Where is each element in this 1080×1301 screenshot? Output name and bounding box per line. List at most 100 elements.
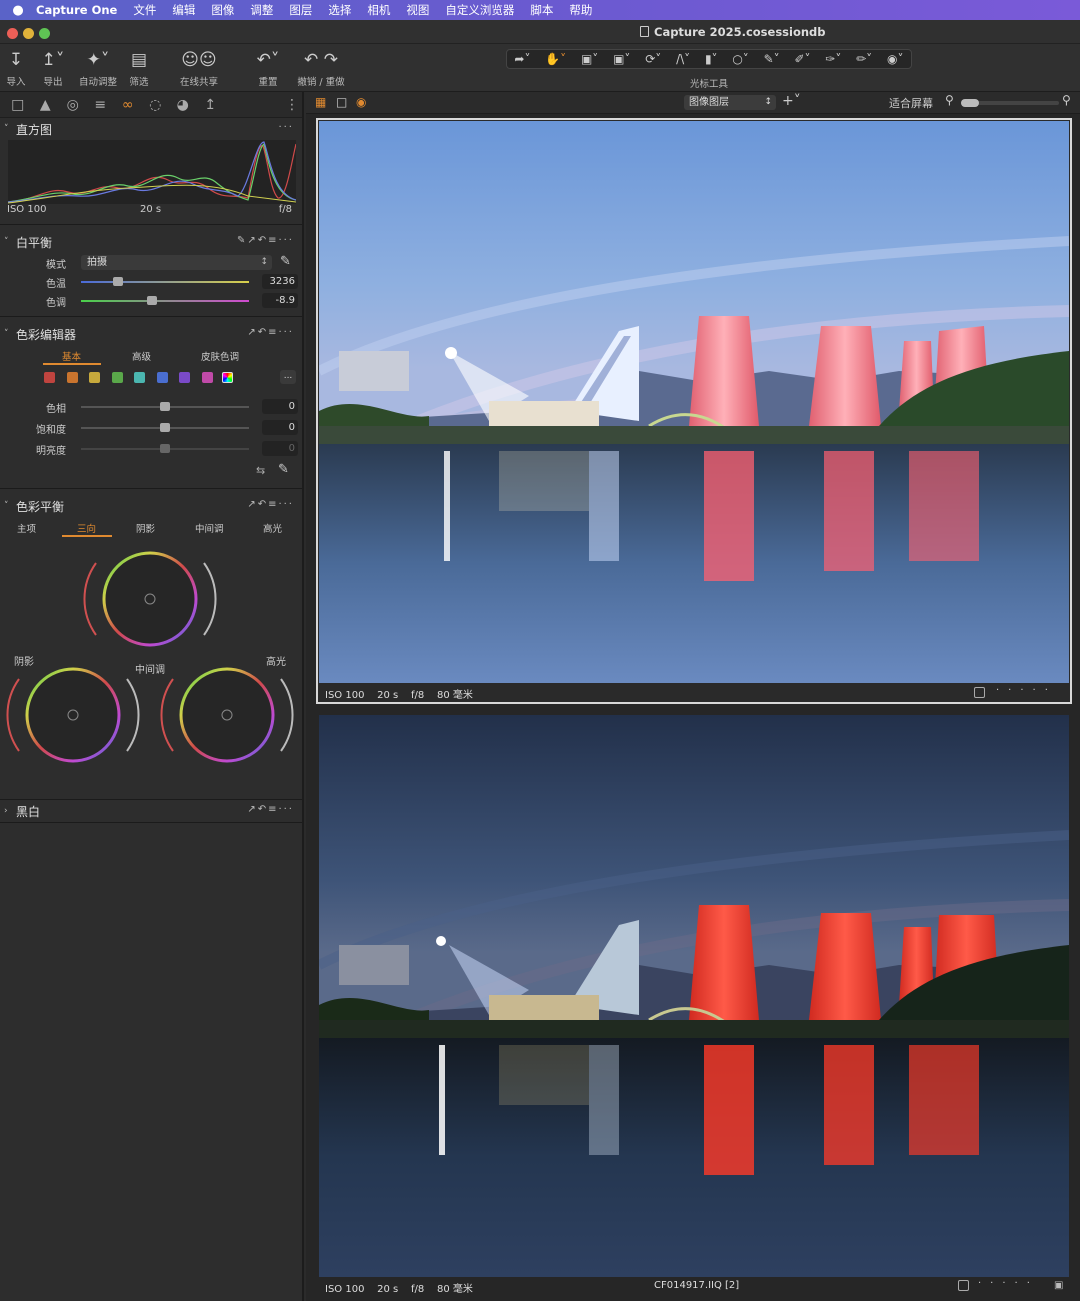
select-checkbox[interactable] — [974, 687, 985, 698]
midtone-wheel[interactable] — [83, 551, 217, 647]
color-tag-icon[interactable]: ▣ — [1054, 1280, 1063, 1291]
select-checkbox[interactable] — [958, 1280, 969, 1291]
color-swatch[interactable] — [201, 372, 213, 383]
import-button[interactable]: ↧ 导入 — [4, 48, 28, 88]
crop-icon[interactable]: ▣˅ — [613, 52, 630, 66]
menu-adjust[interactable]: 调整 — [250, 2, 273, 18]
saturation-slider[interactable] — [81, 423, 249, 432]
color-balance-actions[interactable]: ↗↶≡··· — [247, 499, 294, 510]
auto-adjust-button[interactable]: ✦˅ 自动调整 — [78, 48, 118, 88]
wb-tint-value[interactable]: -8.9 — [262, 293, 298, 308]
lightness-slider[interactable] — [81, 444, 249, 453]
menu-layers[interactable]: 图层 — [289, 2, 312, 18]
lightness-value[interactable]: 0 — [262, 441, 298, 456]
saturation-knob[interactable] — [160, 423, 170, 432]
picker-icon[interactable]: ✐˅ — [794, 52, 810, 66]
tab-basic[interactable]: 基本 — [62, 349, 81, 363]
photo-original[interactable] — [319, 715, 1069, 1277]
more-colors-button[interactable]: ... — [280, 370, 296, 384]
gradient-icon[interactable]: ▮˅ — [705, 52, 718, 66]
menu-select[interactable]: 选择 — [328, 2, 351, 18]
keystone-icon[interactable]: /\˅ — [676, 52, 690, 66]
color-picker-icon[interactable]: ◉˅ — [887, 52, 903, 66]
hue-knob[interactable] — [160, 402, 170, 411]
saturation-value[interactable]: 0 — [262, 420, 298, 435]
add-layer-icon[interactable]: +˅ — [782, 93, 801, 109]
menu-edit[interactable]: 编辑 — [172, 2, 195, 18]
color-swatch[interactable] — [111, 372, 123, 383]
wb-tint-slider[interactable] — [81, 296, 249, 305]
grid-view-icon[interactable]: ▦ — [315, 95, 326, 109]
wb-temp-value[interactable]: 3236 — [262, 274, 298, 289]
share-online-button[interactable]: ☺☺ 在线共享 — [178, 48, 220, 88]
zoom-slider-knob[interactable] — [961, 99, 979, 107]
menu-scripts[interactable]: 脚本 — [530, 2, 553, 18]
loupe-icon[interactable]: ▣˅ — [581, 52, 598, 66]
zoom-slider[interactable] — [961, 99, 1059, 107]
tab-shadows[interactable]: 阴影 — [136, 521, 155, 535]
minimize-window-button[interactable] — [23, 28, 34, 39]
color-balance-header[interactable]: ˅ 色彩平衡 ↗↶≡··· — [0, 495, 302, 517]
wb-picker-icon[interactable]: ✎ — [280, 254, 291, 269]
photo-edited[interactable] — [319, 121, 1069, 683]
highlight-wheel[interactable] — [160, 667, 294, 763]
hue-slider[interactable] — [81, 402, 249, 411]
close-window-button[interactable] — [7, 28, 18, 39]
fit-to-screen-button[interactable]: 适合屏幕 — [889, 95, 933, 111]
zoom-in-icon[interactable]: ⚲ — [1062, 93, 1071, 107]
wb-mode-select[interactable]: 拍摄 ↕ — [81, 255, 272, 270]
color-editor-header[interactable]: ˅ 色彩编辑器 ↗↶≡··· — [0, 323, 302, 345]
undo-redo-button[interactable]: ↶ ↷ 撤销 / 重做 — [296, 48, 346, 88]
menu-camera[interactable]: 相机 — [367, 2, 390, 18]
shadow-wheel[interactable] — [6, 667, 140, 763]
color-tab-icon[interactable]: ∞ — [114, 97, 142, 113]
black-white-actions[interactable]: ↗↶≡··· — [247, 804, 294, 815]
details-tab-icon[interactable]: ◌ — [142, 97, 170, 113]
filter-button[interactable]: ▤ 筛选 — [126, 48, 152, 88]
picker-icon[interactable]: ✎ — [278, 462, 289, 477]
rating-dots[interactable]: ····· — [978, 1278, 1039, 1289]
tab-skin-tone[interactable]: 皮肤色调 — [201, 349, 239, 363]
brush-icon[interactable]: ✑˅ — [825, 52, 841, 66]
color-wheel-swatch[interactable] — [222, 372, 233, 383]
eraser-icon[interactable]: ✎˅ — [764, 52, 780, 66]
app-menu[interactable]: Capture One — [36, 3, 117, 17]
histogram-more-icon[interactable]: ··· — [278, 122, 294, 133]
tab-midtones[interactable]: 中间调 — [195, 521, 224, 535]
single-view-icon[interactable]: □ — [336, 95, 347, 109]
hue-value[interactable]: 0 — [262, 399, 298, 414]
color-swatch[interactable] — [89, 372, 100, 383]
menu-image[interactable]: 图像 — [211, 2, 234, 18]
apple-menu-icon[interactable]: ● — [0, 3, 36, 18]
color-editor-actions[interactable]: ↗↶≡··· — [247, 327, 294, 338]
rating-dots[interactable]: ····· — [996, 685, 1057, 696]
color-swatch[interactable] — [179, 372, 190, 383]
menu-help[interactable]: 帮助 — [569, 2, 592, 18]
lens-tab-icon[interactable]: ◎ — [59, 97, 87, 113]
zoom-out-icon[interactable]: ⚲ — [945, 93, 954, 107]
more-menu-icon[interactable]: ⋮ — [282, 97, 302, 113]
histogram-header[interactable]: ˅ 直方图 ··· — [0, 118, 302, 140]
swap-icon[interactable]: ⇆ — [256, 464, 265, 477]
color-swatch[interactable] — [44, 372, 55, 383]
menu-file[interactable]: 文件 — [133, 2, 156, 18]
zoom-window-button[interactable] — [39, 28, 50, 39]
output-tab-icon[interactable]: ↥ — [197, 97, 225, 113]
wb-temp-knob[interactable] — [112, 277, 123, 286]
rotate-icon[interactable]: ⟳˅ — [645, 52, 661, 66]
annotate-icon[interactable]: ✏˅ — [856, 52, 872, 66]
layer-select[interactable]: 图像图层 ↕ — [684, 95, 776, 110]
wb-temp-slider[interactable] — [81, 277, 249, 286]
tab-highlights[interactable]: 高光 — [263, 521, 282, 535]
compare-view-icon[interactable]: ◉ — [356, 95, 366, 109]
white-balance-header[interactable]: ˅ 白平衡 ✎↗↶≡··· — [0, 231, 302, 253]
lightness-knob[interactable] — [160, 444, 170, 453]
pan-hand-icon[interactable]: ✋˅ — [545, 52, 566, 66]
reset-button[interactable]: ↶˅ 重置 — [250, 48, 286, 88]
color-swatch[interactable] — [134, 372, 145, 383]
export-button[interactable]: ↥˅ 导出 — [36, 48, 70, 88]
black-white-header[interactable]: › 黑白 ↗↶≡··· — [0, 800, 302, 822]
white-balance-actions[interactable]: ✎↗↶≡··· — [237, 235, 294, 246]
library-tab-icon[interactable]: □ — [4, 97, 32, 113]
tab-advanced[interactable]: 高级 — [132, 349, 151, 363]
